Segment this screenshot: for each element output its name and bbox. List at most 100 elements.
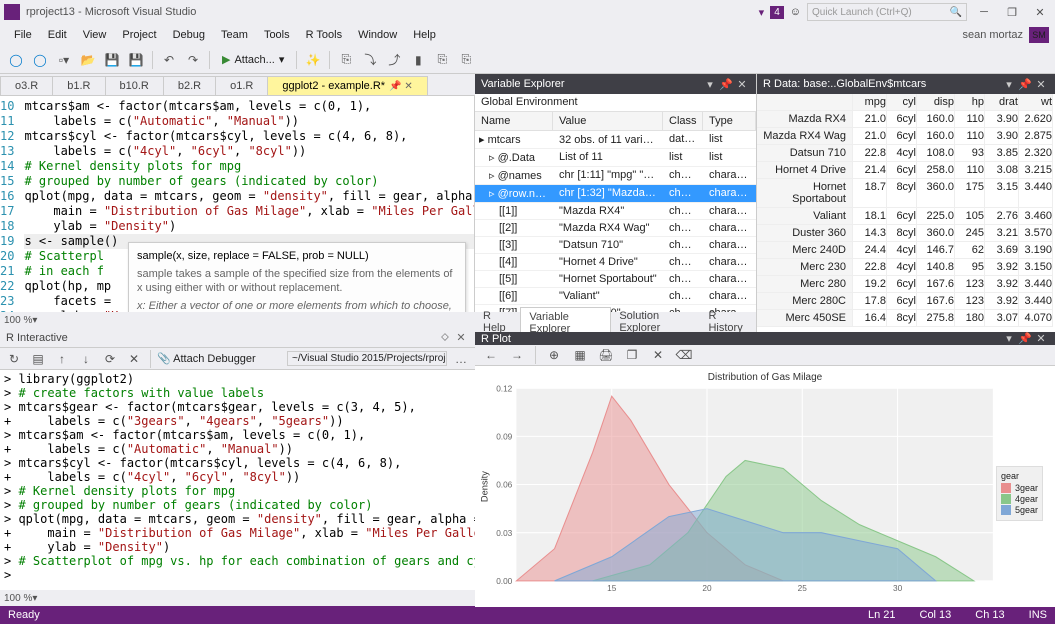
menu-tools[interactable]: Tools <box>256 26 298 44</box>
menu-edit[interactable]: Edit <box>40 26 75 44</box>
code-editor[interactable]: 101112131415161718192021222324252627 mtc… <box>0 96 475 312</box>
close-icon[interactable]: ✕ <box>1033 78 1049 91</box>
clear-icon[interactable]: ⌫ <box>674 345 694 365</box>
close-icon[interactable]: ✕ <box>453 331 469 344</box>
rdata-row[interactable]: Mazda RX4 Wag21.06cyl160.01103.902.875 <box>757 128 1055 145</box>
attach-button[interactable]: ▶Attach...▾ <box>216 51 290 68</box>
close-icon[interactable]: ✕ <box>734 78 750 91</box>
save-icon[interactable]: 💾 <box>102 50 122 70</box>
varexp-grid[interactable]: ▸ mtcars32 obs. of 11 variables 🔍data.fr… <box>475 131 756 312</box>
close-icon[interactable]: ✕ <box>1033 332 1049 345</box>
copy-icon[interactable]: ❐ <box>622 345 642 365</box>
step-icon[interactable]: ⎘ <box>336 50 356 70</box>
rdata-row[interactable]: Merc 280C17.86cyl167.61233.923.440 <box>757 293 1055 310</box>
varexp-row[interactable]: ▸ mtcars32 obs. of 11 variables 🔍data.fr… <box>475 131 756 149</box>
environment-label[interactable]: Global Environment <box>475 94 756 112</box>
working-dir-input[interactable]: ~/Visual Studio 2015/Projects/rproject13… <box>287 351 447 366</box>
menu-rtools[interactable]: R Tools <box>298 26 350 44</box>
varexp-row[interactable]: [[4]]"Hornet 4 Drive"charactercharacter <box>475 254 756 271</box>
rdata-row[interactable]: Hornet Sportabout18.78cyl360.01753.153.4… <box>757 179 1055 208</box>
clear-icon[interactable]: ▤ <box>28 349 48 369</box>
editor-tab[interactable]: o1.R <box>215 76 268 95</box>
pdf-icon[interactable]: 🖨 <box>596 345 616 365</box>
reset-icon[interactable]: ↻ <box>4 349 24 369</box>
rinteractive-console[interactable]: > library(ggplot2)> # create factors wit… <box>0 370 475 590</box>
export-icon[interactable]: ▦ <box>570 345 590 365</box>
up-icon[interactable]: ↑ <box>52 349 72 369</box>
varexp-row[interactable]: [[6]]"Valiant"charactercharacter <box>475 288 756 305</box>
dropdown-icon[interactable]: ▾ <box>1001 78 1017 91</box>
rdata-row[interactable]: Merc 28019.26cyl167.61233.923.440 <box>757 276 1055 293</box>
menu-file[interactable]: File <box>6 26 40 44</box>
dropdown-icon[interactable]: ▾ <box>702 78 718 91</box>
rdata-grid[interactable]: mpgcyldisphpdratwtMazda RX421.06cyl160.0… <box>757 94 1055 332</box>
menu-view[interactable]: View <box>75 26 115 44</box>
editor-tab[interactable]: b2.R <box>163 76 216 95</box>
signed-in-user[interactable]: sean mortaz <box>954 26 1029 44</box>
prev-plot-icon[interactable]: ← <box>481 345 501 365</box>
bookmark-icon[interactable]: ▮ <box>408 50 428 70</box>
wand-icon[interactable]: ✨ <box>303 50 323 70</box>
restore-button[interactable]: ❐ <box>1001 4 1023 20</box>
browse-icon[interactable]: … <box>451 349 471 369</box>
menu-debug[interactable]: Debug <box>165 26 213 44</box>
comment-icon[interactable]: ⎘ <box>432 50 452 70</box>
pin-icon[interactable]: 📌 <box>718 78 734 91</box>
menu-help[interactable]: Help <box>405 26 444 44</box>
varexp-row[interactable]: [[3]]"Datsun 710"charactercharacter <box>475 237 756 254</box>
minimize-button[interactable]: ─ <box>973 4 995 20</box>
rdata-row[interactable]: Valiant18.16cyl225.01052.763.460 <box>757 208 1055 225</box>
notification-badge[interactable]: 4 <box>770 6 784 19</box>
editor-zoom[interactable]: 100 % ▾ <box>0 312 475 328</box>
varexp-row[interactable]: ▹ @row.nameschr [1:32] "Mazda RX4" "Mach… <box>475 185 756 203</box>
attach-debugger-button[interactable]: 📎 Attach Debugger <box>157 352 256 365</box>
new-file-icon[interactable]: ▫▾ <box>54 50 74 70</box>
rdata-row[interactable]: Mazda RX421.06cyl160.01103.902.620 <box>757 111 1055 128</box>
varexp-row[interactable]: [[1]]"Mazda RX4"charactercharacter <box>475 203 756 220</box>
varexp-row[interactable]: ▹ @.DataList of 11listlist <box>475 149 756 167</box>
chart-title: Distribution of Gas Milage <box>475 372 1055 383</box>
pin-icon[interactable]: 📌 <box>1017 332 1033 345</box>
cancel-icon[interactable]: ✕ <box>124 349 144 369</box>
nav-back-icon[interactable]: ◯ <box>6 50 26 70</box>
console-zoom[interactable]: 100 % ▾ <box>0 590 475 606</box>
pin-icon[interactable]: 📌 <box>1017 78 1033 91</box>
flag-icon[interactable]: ▾ <box>759 6 765 19</box>
nav-fwd-icon[interactable]: ◯ <box>30 50 50 70</box>
step-over-icon[interactable]: ⤵ <box>360 50 380 70</box>
down-icon[interactable]: ↓ <box>76 349 96 369</box>
menu-team[interactable]: Team <box>213 26 256 44</box>
rinteractive-title: R Interactive <box>6 332 68 344</box>
editor-tab[interactable]: b1.R <box>52 76 105 95</box>
user-avatar[interactable]: SM <box>1029 27 1049 43</box>
save-all-icon[interactable]: 💾 <box>126 50 146 70</box>
editor-tab[interactable]: ggplot2 - example.R*📌 ✕ <box>267 76 427 95</box>
rdata-row[interactable]: Hornet 4 Drive21.46cyl258.01103.083.215 <box>757 162 1055 179</box>
dropdown-icon[interactable]: ▾ <box>1001 332 1017 345</box>
rdata-row[interactable]: Datsun 71022.84cyl108.0933.852.320 <box>757 145 1055 162</box>
next-plot-icon[interactable]: → <box>507 345 527 365</box>
rdata-row[interactable]: Merc 450SE16.48cyl275.81803.074.070 <box>757 310 1055 327</box>
quick-launch-input[interactable]: Quick Launch (Ctrl+Q) 🔍 <box>807 3 967 21</box>
varexp-row[interactable]: [[5]]"Hornet Sportabout"charactercharact… <box>475 271 756 288</box>
editor-tab[interactable]: o3.R <box>0 76 53 95</box>
rdata-row[interactable]: Merc 240D24.44cyl146.7623.693.190 <box>757 242 1055 259</box>
undo-icon[interactable]: ↶ <box>159 50 179 70</box>
remove-icon[interactable]: ✕ <box>648 345 668 365</box>
rdata-row[interactable]: Duster 36014.38cyl360.02453.213.570 <box>757 225 1055 242</box>
redo-icon[interactable]: ↷ <box>183 50 203 70</box>
rdata-row[interactable]: Merc 23022.84cyl140.8953.923.150 <box>757 259 1055 276</box>
step-out-icon[interactable]: ⤴ <box>384 50 404 70</box>
close-button[interactable]: ✕ <box>1029 4 1051 20</box>
zoom-icon[interactable]: ⊕ <box>544 345 564 365</box>
varexp-row[interactable]: [[2]]"Mazda RX4 Wag"charactercharacter <box>475 220 756 237</box>
history-icon[interactable]: ⟳ <box>100 349 120 369</box>
varexp-row[interactable]: ▹ @nameschr [1:11] "mpg" "cyl" "disp"cha… <box>475 167 756 185</box>
feedback-icon[interactable]: ☺ <box>790 6 801 18</box>
editor-tab[interactable]: b10.R <box>105 76 164 95</box>
menu-project[interactable]: Project <box>114 26 164 44</box>
menu-window[interactable]: Window <box>350 26 405 44</box>
pin-icon[interactable]: ⬦ <box>437 331 453 344</box>
uncomment-icon[interactable]: ⎘ <box>456 50 476 70</box>
open-icon[interactable]: 📂 <box>78 50 98 70</box>
